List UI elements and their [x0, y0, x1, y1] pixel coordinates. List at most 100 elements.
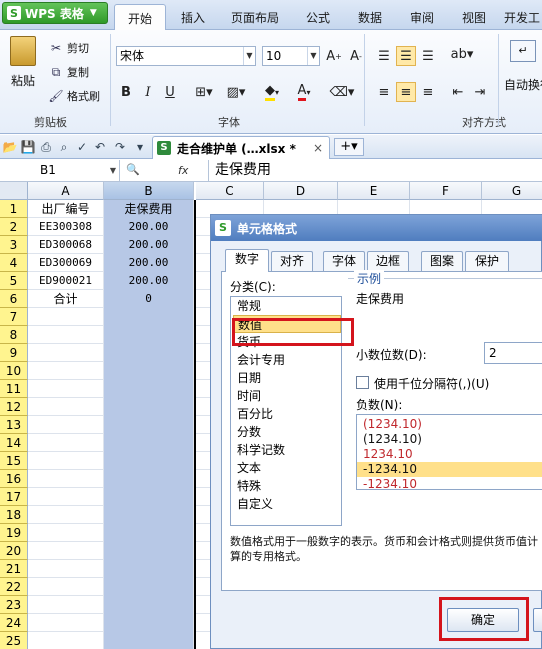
- clear-format-button[interactable]: ⌫▾: [328, 82, 356, 102]
- row-header[interactable]: 3: [0, 236, 28, 254]
- tab-border[interactable]: 边框: [367, 251, 409, 271]
- wrap-text-button[interactable]: ↵ 自动换行: [504, 40, 542, 93]
- negative-format-item[interactable]: -1234.10: [357, 462, 542, 477]
- tab-alignment[interactable]: 对齐: [271, 251, 313, 271]
- print-icon[interactable]: ⎙: [38, 139, 54, 155]
- tab-number[interactable]: 数字: [225, 249, 269, 272]
- cell-a[interactable]: [28, 344, 104, 362]
- cell-b[interactable]: 0: [104, 290, 194, 308]
- negative-format-item[interactable]: -1234.10: [361, 477, 542, 492]
- tab-insert[interactable]: 插入: [170, 4, 216, 30]
- cell-a[interactable]: [28, 434, 104, 452]
- align-center-button[interactable]: ≡: [396, 82, 416, 102]
- cell-b[interactable]: [104, 524, 194, 542]
- cancel-button[interactable]: [533, 608, 542, 632]
- tab-font[interactable]: 字体: [323, 251, 365, 271]
- row-header[interactable]: 24: [0, 614, 28, 632]
- increase-font-button[interactable]: A +: [324, 46, 344, 66]
- cell-b[interactable]: 走保费用: [104, 200, 194, 218]
- cell-a[interactable]: [28, 542, 104, 560]
- customize-dropdown-icon[interactable]: ▾: [132, 139, 148, 155]
- tab-pattern[interactable]: 图案: [421, 251, 463, 271]
- font-name-combo[interactable]: 宋体 ▼: [116, 46, 256, 66]
- cell-b[interactable]: [104, 452, 194, 470]
- underline-button[interactable]: U: [160, 82, 180, 102]
- row-header[interactable]: 22: [0, 578, 28, 596]
- dialog-title-bar[interactable]: S 单元格格式: [211, 215, 542, 241]
- cell-a[interactable]: [28, 578, 104, 596]
- cell-a[interactable]: 合计: [28, 290, 104, 308]
- cell-a[interactable]: [28, 524, 104, 542]
- insert-function-button[interactable]: fx: [178, 160, 202, 181]
- tab-review[interactable]: 审阅: [400, 4, 444, 30]
- negative-format-item[interactable]: (1234.10): [361, 417, 542, 432]
- row-header[interactable]: 8: [0, 326, 28, 344]
- tab-protection[interactable]: 保护: [465, 251, 509, 271]
- align-left-button[interactable]: ≡: [374, 82, 394, 102]
- cell-a[interactable]: [28, 308, 104, 326]
- cell-a[interactable]: [28, 398, 104, 416]
- cell-b[interactable]: [104, 488, 194, 506]
- row-header[interactable]: 16: [0, 470, 28, 488]
- cell-a[interactable]: 出厂编号: [28, 200, 104, 218]
- row-header[interactable]: 1: [0, 200, 28, 218]
- decrease-indent-button[interactable]: ⇤: [448, 82, 468, 102]
- category-item-selected[interactable]: 数值: [233, 315, 341, 333]
- cell-b[interactable]: [104, 326, 194, 344]
- font-color-button[interactable]: A ▾: [290, 82, 318, 102]
- align-top-button[interactable]: ☰: [374, 46, 394, 66]
- cell-b[interactable]: [104, 344, 194, 362]
- category-item[interactable]: 日期: [235, 369, 339, 387]
- cell-a[interactable]: [28, 596, 104, 614]
- cell-b[interactable]: 200.00: [104, 236, 194, 254]
- category-item[interactable]: 自定义: [235, 495, 339, 513]
- category-item[interactable]: 常规: [235, 297, 339, 315]
- tab-home[interactable]: 开始: [114, 4, 166, 31]
- row-header[interactable]: 9: [0, 344, 28, 362]
- zoom-formula-icon[interactable]: 🔍: [126, 163, 140, 176]
- cell-b[interactable]: 200.00: [104, 272, 194, 290]
- cell-b[interactable]: [104, 362, 194, 380]
- copy-button[interactable]: ⧉ 复制: [48, 64, 89, 80]
- cell-b[interactable]: 200.00: [104, 218, 194, 236]
- save-icon[interactable]: 💾: [20, 139, 36, 155]
- category-item[interactable]: 特殊: [235, 477, 339, 495]
- cell-a[interactable]: [28, 470, 104, 488]
- category-item[interactable]: 文本: [235, 459, 339, 477]
- category-item[interactable]: 时间: [235, 387, 339, 405]
- cell-b[interactable]: [104, 470, 194, 488]
- category-item[interactable]: 科学记数: [235, 441, 339, 459]
- format-painter-button[interactable]: 🖌 格式刷: [48, 88, 100, 104]
- row-header[interactable]: 7: [0, 308, 28, 326]
- row-header[interactable]: 6: [0, 290, 28, 308]
- cell-a[interactable]: [28, 416, 104, 434]
- tab-data[interactable]: 数据: [348, 4, 392, 30]
- tab-view[interactable]: 视图: [452, 4, 496, 30]
- cell-a[interactable]: [28, 326, 104, 344]
- cell-a[interactable]: ED300069: [28, 254, 104, 272]
- bold-button[interactable]: B: [116, 82, 136, 102]
- decrease-font-button[interactable]: A-: [346, 46, 366, 66]
- column-header-d[interactable]: D: [264, 182, 338, 200]
- ok-button[interactable]: 确定: [447, 608, 519, 632]
- cell-b[interactable]: [104, 596, 194, 614]
- tab-page-layout[interactable]: 页面布局: [222, 4, 288, 30]
- undo-icon[interactable]: ↶: [92, 139, 108, 155]
- row-header[interactable]: 20: [0, 542, 28, 560]
- category-list[interactable]: 常规 数值 货币 会计专用 日期 时间 百分比 分数 科学记数 文本 特殊 自定…: [230, 296, 342, 526]
- cell-b[interactable]: [104, 542, 194, 560]
- row-header[interactable]: 15: [0, 452, 28, 470]
- spellcheck-icon[interactable]: ✓: [74, 139, 90, 155]
- tab-formulas[interactable]: 公式: [296, 4, 340, 30]
- formula-input[interactable]: 走保费用: [208, 160, 542, 181]
- align-right-button[interactable]: ≡: [418, 82, 438, 102]
- document-tab[interactable]: S 走合维护单 (…xlsx * ×: [152, 136, 330, 159]
- category-item[interactable]: 分数: [235, 423, 339, 441]
- cell-a[interactable]: [28, 488, 104, 506]
- print-preview-icon[interactable]: ⌕: [56, 139, 72, 155]
- cell-b[interactable]: [104, 308, 194, 326]
- cell-a[interactable]: [28, 506, 104, 524]
- row-header[interactable]: 25: [0, 632, 28, 649]
- decimal-places-input[interactable]: 2: [484, 342, 542, 364]
- column-header-a[interactable]: A: [28, 182, 104, 200]
